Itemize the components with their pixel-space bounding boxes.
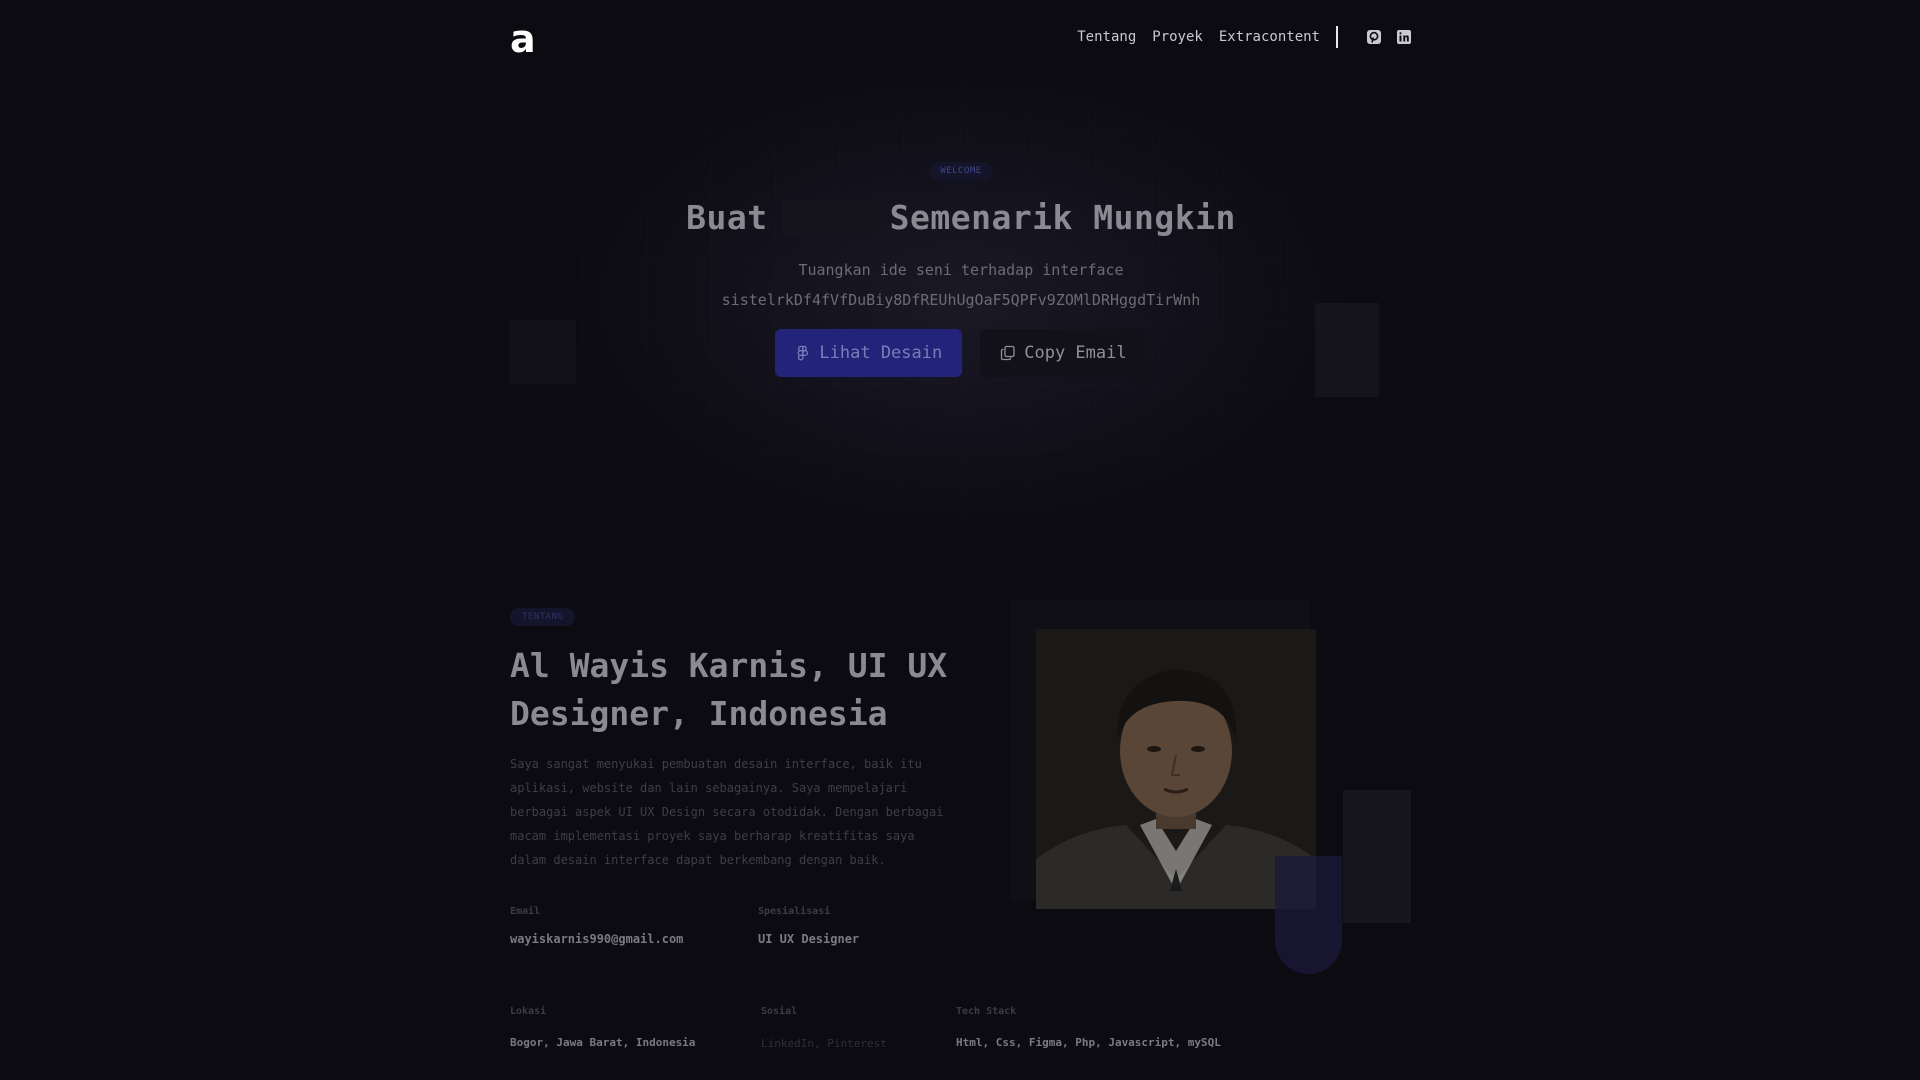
about-pill: TENTANG [510, 608, 576, 626]
hero-title-start: Buat [686, 198, 768, 237]
main-nav: Tentang Proyek Extracontent [1061, 24, 1412, 50]
hero-title-highlight [781, 199, 876, 236]
welcome-pill: WELCOME [930, 162, 992, 180]
hero-buttons: Lihat Desain Copy Email [510, 329, 1412, 377]
copy-icon [1000, 345, 1016, 361]
linkedin-icon[interactable] [1396, 29, 1412, 45]
profile-photo [1036, 629, 1316, 909]
hero-subtitle: Tuangkan ide seni terhadap interface sis… [510, 255, 1412, 315]
copy-email-label: Copy Email [1024, 343, 1127, 363]
social-value[interactable]: LinkedIn, Pinterest [761, 1037, 887, 1050]
nav-link-extracontent[interactable]: Extracontent [1219, 29, 1320, 45]
hero-subtitle-line1: Tuangkan ide seni terhadap interface [798, 261, 1124, 279]
nav-link-proyek[interactable]: Proyek [1152, 29, 1203, 45]
page: a Tentang Proyek Extracontent WELCOME Bu… [0, 0, 1920, 1080]
specialization-value: UI UX Designer [758, 932, 860, 946]
tech-stack-value: Html, Css, Figma, Php, Javascript, mySQL [956, 1036, 1221, 1049]
pinterest-icon[interactable] [1366, 29, 1382, 45]
specialization-label: Spesialisasi [758, 906, 831, 917]
tech-stack-label: Tech Stack [956, 1006, 1017, 1017]
logo[interactable]: a [510, 20, 536, 58]
location-value: Bogor, Jawa Barat, Indonesia [510, 1036, 696, 1049]
email-label: Email [510, 906, 541, 917]
location-label: Lokasi [510, 1006, 547, 1017]
view-design-button[interactable]: Lihat Desain [775, 329, 963, 377]
nav-divider [1336, 26, 1338, 48]
decorative-block-gray [1343, 790, 1411, 923]
hero-subtitle-line2: sistelrkDf4fVfDuBiy8DfREUhUgOaF5QPFv9ZOM… [721, 291, 1201, 309]
email-value: wayiskarnis990@gmail.com [510, 932, 684, 946]
decorative-block-accent [1275, 856, 1342, 974]
about-description: Saya sangat menyukai pembuatan desain in… [510, 757, 944, 867]
hero-title: Buat Semenarik Mungkin [510, 198, 1412, 237]
hero-title-end: Semenarik Mungkin [889, 198, 1236, 237]
social-label: Sosial [761, 1006, 798, 1017]
site-header: a Tentang Proyek Extracontent [510, 20, 1412, 60]
copy-email-button[interactable]: Copy Email [980, 329, 1147, 377]
figma-icon [795, 345, 811, 361]
hero-section: WELCOME Buat Semenarik Mungkin Tuangkan … [510, 158, 1412, 377]
about-title: Al Wayis Karnis, UI UX Designer, Indones… [510, 646, 948, 733]
nav-link-tentang[interactable]: Tentang [1077, 29, 1136, 45]
view-design-label: Lihat Desain [819, 343, 943, 363]
